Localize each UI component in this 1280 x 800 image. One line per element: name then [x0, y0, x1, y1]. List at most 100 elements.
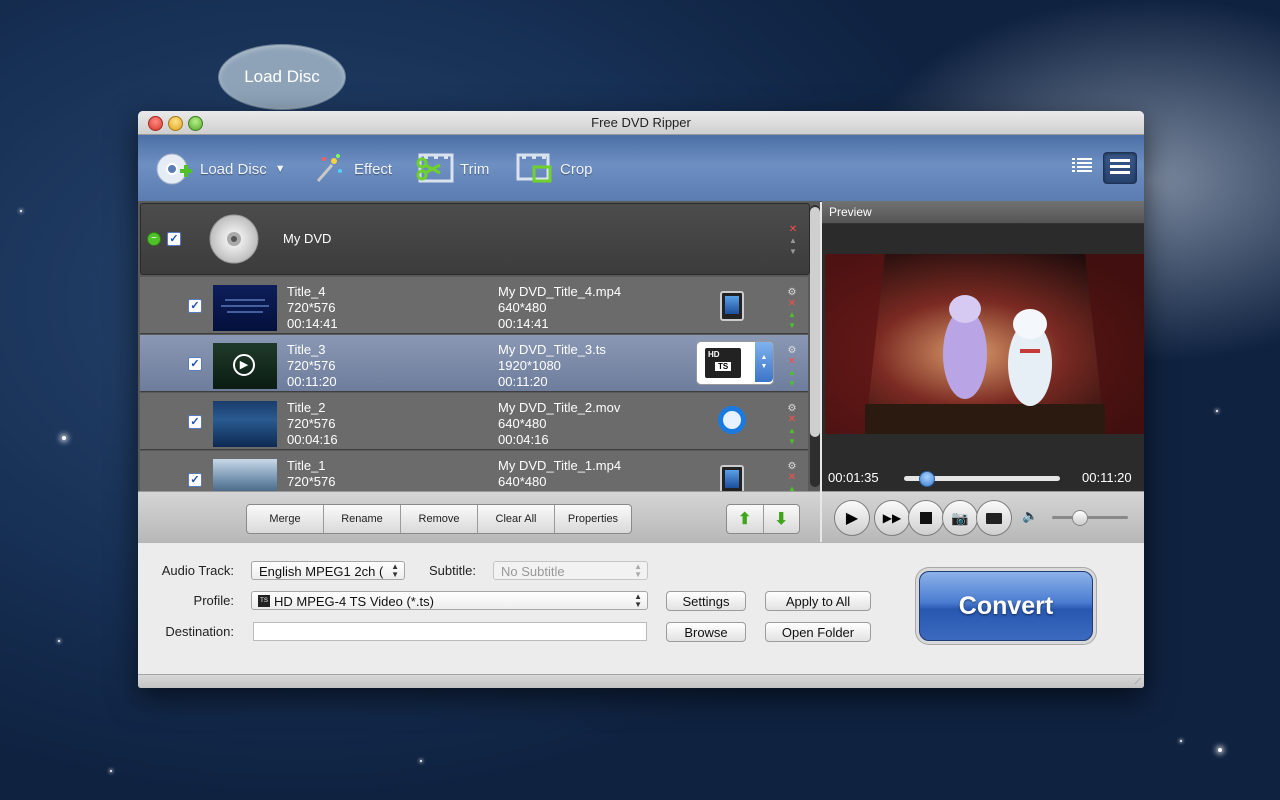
- effect-button[interactable]: Effect: [308, 149, 392, 189]
- delete-icon[interactable]: ✕: [786, 414, 798, 425]
- stop-button[interactable]: [908, 500, 944, 536]
- convert-button[interactable]: Convert: [919, 571, 1093, 641]
- output-resolution: 640*480: [498, 300, 547, 315]
- output-name: My DVD_Title_3.ts: [498, 342, 606, 357]
- list-scrollbar[interactable]: [810, 205, 820, 487]
- open-folder-button[interactable]: [976, 500, 1012, 536]
- output-info: My DVD_Title_4.mp4 640*480 00:14:41: [498, 284, 621, 332]
- gear-icon[interactable]: ⚙: [786, 287, 798, 298]
- disc-checkbox[interactable]: ✓: [167, 232, 181, 246]
- quicktime-icon[interactable]: [718, 406, 746, 434]
- properties-button[interactable]: Properties: [555, 505, 631, 533]
- gear-icon[interactable]: ⚙: [786, 403, 798, 414]
- remove-button[interactable]: Remove: [401, 505, 478, 533]
- delete-icon[interactable]: ✕: [786, 472, 798, 483]
- detail-view-button[interactable]: [1103, 152, 1137, 184]
- ts-format-icon: TS: [258, 595, 270, 607]
- subtitle-select[interactable]: No Subtitle ▲ ▼: [493, 561, 648, 580]
- chevron-updown-icon: ▲ ▼: [755, 342, 773, 382]
- title-checkbox[interactable]: ✓: [188, 299, 202, 313]
- seek-knob[interactable]: [918, 471, 935, 487]
- open-folder-text-button[interactable]: Open Folder: [765, 622, 871, 642]
- star: [58, 640, 60, 642]
- snapshot-button[interactable]: 📷: [942, 500, 978, 536]
- dvd-disc-icon: [209, 214, 259, 269]
- title-checkbox[interactable]: ✓: [188, 357, 202, 371]
- destination-label: Destination:: [165, 624, 234, 639]
- resize-grip-icon[interactable]: ⟋: [1135, 676, 1141, 687]
- fast-forward-button[interactable]: ▶▶: [874, 500, 910, 536]
- ipad-icon[interactable]: [720, 465, 744, 491]
- play-button[interactable]: ▶: [834, 500, 870, 536]
- source-info: Title_2 720*576 00:04:16: [287, 400, 338, 448]
- trim-button[interactable]: Trim: [414, 149, 489, 189]
- chevron-down-icon[interactable]: ▼: [275, 163, 286, 175]
- output-name: My DVD_Title_1.mp4: [498, 458, 622, 473]
- star: [110, 770, 112, 772]
- seek-bar[interactable]: [904, 471, 1060, 487]
- rename-button[interactable]: Rename: [324, 505, 401, 533]
- title-checkbox[interactable]: ✓: [188, 415, 202, 429]
- title-controls: ⚙ ✕ ▲▼: [786, 345, 798, 388]
- volume-knob[interactable]: [1071, 510, 1088, 526]
- star: [420, 760, 422, 762]
- load-disc-tooltip: Load Disc: [218, 44, 346, 110]
- delete-icon[interactable]: ✕: [786, 356, 798, 367]
- audio-track-select[interactable]: English MPEG1 2ch ( ▲ ▼: [251, 561, 405, 580]
- merge-button[interactable]: Merge: [247, 505, 324, 533]
- arrow-down-icon: ⬇: [774, 511, 788, 528]
- source-info: Title_3 720*576 00:11:20: [287, 342, 337, 390]
- load-disc-button[interactable]: Load Disc ▼: [154, 149, 286, 189]
- browse-button[interactable]: Browse: [666, 622, 746, 642]
- collapse-icon[interactable]: −: [147, 232, 161, 246]
- move-up-down-icon[interactable]: ▲▼: [786, 425, 798, 446]
- gear-icon[interactable]: ⚙: [786, 461, 798, 472]
- destination-input[interactable]: [253, 622, 647, 641]
- output-name: My DVD_Title_4.mp4: [498, 284, 622, 299]
- play-icon[interactable]: ▶: [233, 354, 255, 376]
- preview-heading: Preview: [822, 201, 1144, 224]
- title-row[interactable]: ✓ Title_4 720*576 00:14:41 My DVD_Title_…: [140, 277, 808, 334]
- output-name: My DVD_Title_2.mov: [498, 400, 621, 415]
- video-frame[interactable]: [825, 254, 1144, 434]
- minimize-window-button[interactable]: [168, 116, 183, 131]
- crop-button[interactable]: Crop: [514, 149, 593, 189]
- gear-icon[interactable]: ⚙: [786, 345, 798, 356]
- scroll-thumb[interactable]: [810, 207, 820, 437]
- profile-select[interactable]: TS HD MPEG-4 TS Video (*.ts) ▲ ▼: [251, 591, 648, 610]
- window-title: Free DVD Ripper: [591, 115, 691, 130]
- delete-icon[interactable]: ✕: [787, 224, 799, 235]
- move-up-down-icon[interactable]: ▲▼: [786, 367, 798, 388]
- trim-label: Trim: [460, 160, 490, 178]
- list-view-button[interactable]: [1066, 152, 1098, 182]
- move-down-button[interactable]: ⬇: [764, 505, 800, 533]
- close-window-button[interactable]: [148, 116, 163, 131]
- star: [62, 436, 66, 440]
- app-window: Free DVD Ripper Load Disc ▼ Effect Trim …: [138, 111, 1144, 688]
- output-resolution: 640*480: [498, 474, 547, 489]
- disc-row[interactable]: − ✓ My DVD ✕ ▲ ▼: [140, 203, 810, 275]
- move-up-down-icon[interactable]: ▲▼: [786, 309, 798, 330]
- effect-label: Effect: [354, 160, 393, 178]
- title-row[interactable]: ✓ ▶ Title_3 720*576 00:11:20 My DVD_Titl…: [140, 335, 808, 392]
- settings-button[interactable]: Settings: [666, 591, 746, 611]
- title-controls: ⚙ ✕ ▲▼: [786, 461, 798, 491]
- title-controls: ⚙ ✕ ▲▼: [786, 403, 798, 446]
- move-up-down-icon[interactable]: ▲▼: [786, 483, 798, 491]
- scissors-film-icon: [414, 151, 454, 187]
- apply-to-all-button[interactable]: Apply to All: [765, 591, 871, 611]
- title-resolution: 720*576: [287, 416, 336, 431]
- output-duration: 00:14:41: [498, 316, 549, 331]
- zoom-window-button[interactable]: [188, 116, 203, 131]
- format-selector[interactable]: HD TS ▲ ▼: [696, 341, 774, 385]
- title-row[interactable]: ✓ Title_2 720*576 00:04:16 My DVD_Title_…: [140, 393, 808, 450]
- move-up-down-icon[interactable]: ▲▼: [787, 235, 799, 256]
- delete-icon[interactable]: ✕: [786, 298, 798, 309]
- title-row[interactable]: ✓ Title_1 720*576 My DVD_Title_1.mp4 640…: [140, 451, 808, 491]
- list-view-icon: [1072, 157, 1092, 178]
- title-checkbox[interactable]: ✓: [188, 473, 202, 487]
- volume-slider[interactable]: [1052, 510, 1128, 526]
- clear-all-button[interactable]: Clear All: [478, 505, 555, 533]
- ipad-icon[interactable]: [720, 291, 744, 321]
- move-up-button[interactable]: ⬆: [727, 505, 764, 533]
